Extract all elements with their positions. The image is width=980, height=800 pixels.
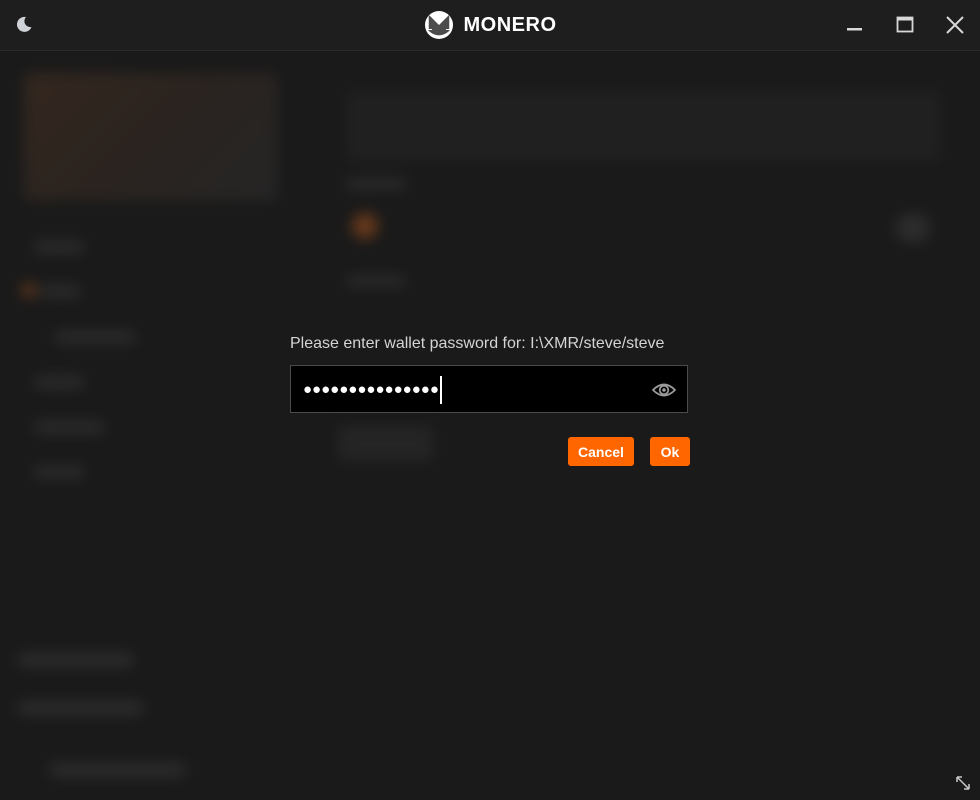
maximize-icon — [896, 16, 914, 33]
password-masked-text: ●●●●●●●●●●●●●●● — [303, 381, 439, 398]
password-prompt: Please enter wallet password for: I:\XMR… — [290, 335, 665, 352]
minimize-button[interactable] — [840, 11, 868, 39]
monero-logo-icon — [424, 11, 453, 39]
ok-button[interactable]: Ok — [650, 437, 690, 466]
wallet-card — [24, 73, 278, 201]
password-field[interactable]: ●●●●●●●●●●●●●●● — [290, 365, 688, 413]
blurred-background — [0, 51, 980, 800]
text-cursor — [439, 376, 442, 404]
close-icon — [946, 16, 964, 34]
app-brand: MONERO — [0, 10, 980, 40]
minimize-icon — [847, 28, 862, 31]
cancel-button[interactable]: Cancel — [568, 437, 634, 466]
close-button[interactable] — [941, 11, 969, 39]
maximize-button[interactable] — [891, 11, 919, 39]
resize-icon[interactable] — [955, 775, 971, 791]
title-bar: MONERO — [0, 0, 980, 51]
banner — [346, 91, 940, 161]
password-value: ●●●●●●●●●●●●●●● — [303, 376, 442, 404]
eye-icon[interactable] — [651, 378, 677, 402]
app-title: MONERO — [463, 13, 557, 36]
